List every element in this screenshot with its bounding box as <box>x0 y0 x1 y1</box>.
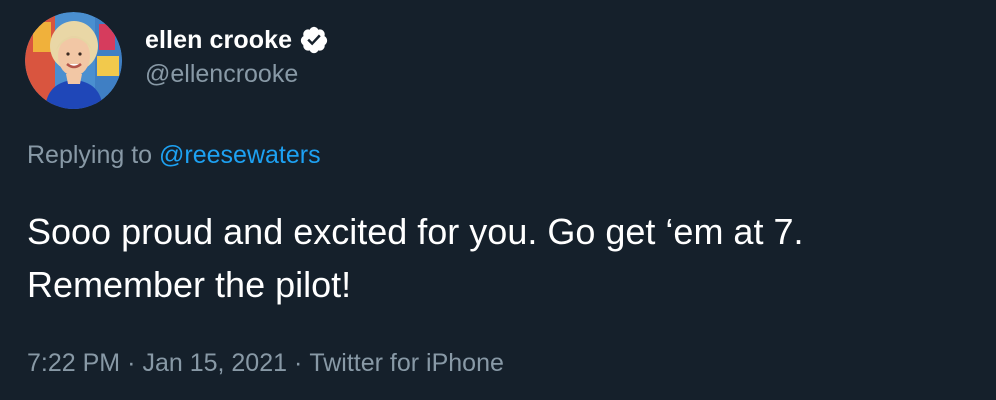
tweet-date-link[interactable]: Jan 15, 2021 <box>142 349 287 377</box>
tweet-card: ellen crooke @ellencrooke Replying to @r… <box>0 0 996 400</box>
verified-badge-icon <box>300 26 328 54</box>
tweet-meta: 7:22 PM · Jan 15, 2021 · Twitter for iPhone <box>27 349 504 378</box>
tweet-source-link[interactable]: Twitter for iPhone <box>309 349 504 377</box>
meta-separator: · <box>294 349 303 377</box>
tweet-text: Sooo proud and excited for you. Go get ‘… <box>27 211 804 305</box>
display-name-row: ellen crooke <box>145 22 329 58</box>
tweet-time-link[interactable]: 7:22 PM <box>27 349 120 377</box>
avatar[interactable] <box>25 12 122 109</box>
profile-photo-icon <box>25 12 122 109</box>
meta-separator: · <box>127 349 136 377</box>
user-handle[interactable]: @ellencrooke <box>145 60 329 89</box>
replying-to-label: Replying to <box>27 141 153 169</box>
display-name[interactable]: ellen crooke <box>145 26 292 55</box>
replying-to-line: Replying to @reesewaters <box>27 141 321 170</box>
author-block[interactable]: ellen crooke @ellencrooke <box>145 22 329 89</box>
reply-mention-link[interactable]: @reesewaters <box>159 141 321 169</box>
